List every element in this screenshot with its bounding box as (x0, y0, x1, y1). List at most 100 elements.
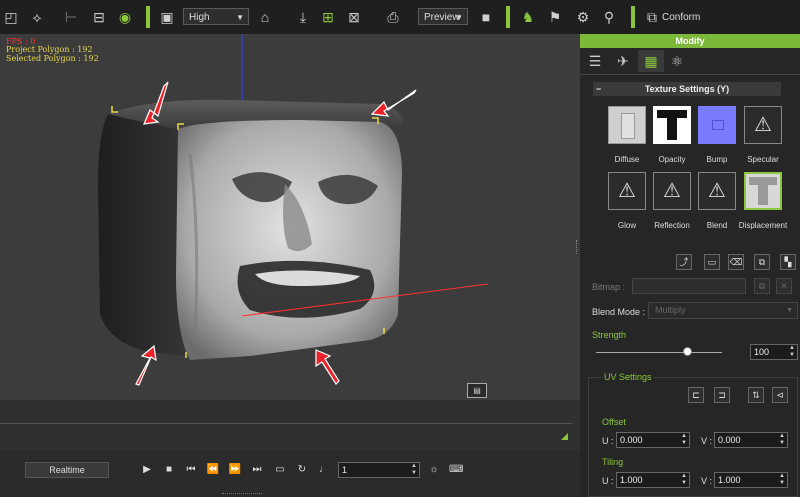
opacity-thumbnail[interactable] (653, 106, 691, 144)
tab-divider (580, 74, 800, 75)
play-icon[interactable]: ▶ (140, 463, 154, 477)
tiling-u-value: 1.000 (620, 475, 643, 485)
tiling-u-label: U : (602, 476, 614, 486)
rewind-icon[interactable]: ⏪ (206, 463, 220, 477)
warning-icon: ⚠ (708, 180, 726, 202)
delete-image-button[interactable]: ⌫ (728, 254, 744, 270)
offset-v-field[interactable]: 0.000 ▲ ▼ (714, 432, 788, 448)
toolbar-separator (631, 6, 635, 28)
diffuse-thumbnail[interactable] (608, 106, 646, 144)
load-image-button[interactable]: ⤴ (676, 254, 692, 270)
conform-label[interactable]: Conform (662, 12, 700, 23)
resize-corner-icon[interactable] (561, 433, 568, 440)
save-image-button[interactable]: ▭ (704, 254, 720, 270)
frame-value: 1 (342, 465, 348, 475)
spin-arrows-icon[interactable]: ▲ ▼ (788, 345, 796, 359)
tab-motion-icon[interactable]: ✈ (610, 50, 636, 72)
conform-icon[interactable]: ⧉ (643, 8, 661, 26)
camera-fit-icon[interactable]: ⊠ (345, 8, 363, 26)
loop-icon[interactable]: ▭ (273, 463, 287, 477)
specular-thumbnail[interactable]: ⚠ (744, 106, 782, 144)
texture-settings-title: Texture Settings (Y) (644, 84, 730, 94)
fast-forward-icon[interactable]: ⏩ (228, 463, 242, 477)
repeat-icon[interactable]: ↻ (295, 463, 309, 477)
align-left-icon[interactable]: ⊢ (62, 8, 80, 26)
align-icon[interactable]: ⊟ (90, 8, 108, 26)
tiling-label: Tiling (602, 457, 624, 467)
uv-rotate-button[interactable]: ⊲ (772, 387, 788, 403)
realtime-button[interactable]: Realtime (25, 462, 109, 478)
checker-button[interactable]: ▚ (780, 254, 796, 270)
mocap-icon[interactable]: ♞ (519, 8, 537, 26)
3d-viewport[interactable]: FPS : 0 Project Polygon : 192 Selected P… (0, 34, 488, 400)
drop-to-floor-icon[interactable]: ⤓ (294, 8, 312, 26)
texture-settings-header[interactable]: − Texture Settings (Y) (593, 82, 781, 96)
grid-snap-icon[interactable]: ⊞ (319, 8, 337, 26)
chat-icon: ▤ (473, 386, 481, 395)
settings-icon[interactable]: ⚙ (574, 8, 592, 26)
spin-arrows-icon[interactable]: ▲ ▼ (778, 433, 786, 447)
visibility-eye-icon[interactable]: ◉ (116, 8, 134, 26)
uv-flip-left-button[interactable]: ⊏ (688, 387, 704, 403)
displacement-thumbnail[interactable] (744, 172, 782, 210)
stop-icon[interactable]: ■ (162, 463, 176, 477)
bitmap-browse-button[interactable]: ⧉ (754, 278, 770, 294)
offset-label: Offset (602, 417, 626, 427)
next-key-icon[interactable]: ⏭ (250, 463, 264, 477)
tab-sliders-icon[interactable]: ☰ (582, 50, 608, 72)
transform-icon[interactable]: ⟡ (28, 8, 46, 26)
arrow-bottom-right (315, 349, 340, 385)
tiling-v-value: 1.000 (718, 475, 741, 485)
strength-field[interactable]: 100 ▲ ▼ (750, 344, 798, 360)
viewport-extension (488, 34, 580, 400)
flag-icon[interactable]: ⚑ (546, 8, 564, 26)
timeline-area[interactable] (0, 400, 580, 450)
offset-u-field[interactable]: 0.000 ▲ ▼ (616, 432, 690, 448)
spin-arrows-icon[interactable]: ▲ ▼ (410, 463, 418, 477)
bitmap-clear-button[interactable]: ✕ (776, 278, 792, 294)
uv-flip-right-button[interactable]: ⊐ (714, 387, 730, 403)
glow-thumbnail[interactable]: ⚠ (608, 172, 646, 210)
time-settings-icon[interactable]: ☼ (427, 463, 441, 477)
viewport-overlay-button[interactable]: ▤ (467, 383, 487, 398)
frame-field[interactable]: 1 ▲ ▼ (338, 462, 420, 478)
home-icon[interactable]: ⌂ (256, 8, 274, 26)
bitmap-field[interactable] (632, 278, 746, 294)
keyboard-icon[interactable]: ⌨ (449, 463, 463, 477)
displacement-label: Displacement (738, 221, 788, 230)
previous-key-icon[interactable]: ⏮ (184, 463, 198, 477)
specular-label: Specular (747, 155, 779, 164)
pipeline-icon[interactable]: ⚲ (600, 8, 618, 26)
bottom-splitter[interactable] (222, 493, 262, 496)
strength-label: Strength (592, 330, 627, 340)
strength-slider-thumb[interactable] (682, 347, 692, 356)
tiling-u-field[interactable]: 1.000 ▲ ▼ (616, 472, 690, 488)
main-toolbar: ◰ ⟡ ⊢ ⊟ ◉ ▣ High ▼ ⌂ ⤓ ⊞ ⊠ ⎙ Preview ▼ ■ ♞… (0, 0, 800, 34)
chevron-down-icon: ▼ (786, 307, 793, 314)
select-icon[interactable]: ◰ (2, 8, 20, 26)
tiling-v-field[interactable]: 1.000 ▲ ▼ (714, 472, 788, 488)
edit-image-button[interactable]: ⧉ (754, 254, 770, 270)
blend-mode-dropdown[interactable]: Multiply ▼ (648, 302, 798, 319)
video-camera-icon[interactable]: ■ (477, 8, 495, 26)
tab-physics-icon[interactable]: ⚛ (664, 50, 690, 72)
bump-thumbnail[interactable] (698, 106, 736, 144)
spin-arrows-icon[interactable]: ▲ ▼ (680, 473, 688, 487)
scene-canvas (98, 34, 488, 386)
panel-title: Modify (580, 34, 800, 48)
preview-dropdown[interactable]: Preview ▼ (418, 8, 468, 25)
collapse-icon[interactable]: − (596, 82, 601, 96)
panel-splitter[interactable] (576, 240, 579, 254)
uv-mirror-button[interactable]: ⇅ (748, 387, 764, 403)
blend-thumbnail[interactable]: ⚠ (698, 172, 736, 210)
spin-arrows-icon[interactable]: ▲ ▼ (778, 473, 786, 487)
render-icon[interactable]: ⎙ (384, 8, 402, 26)
spin-arrows-icon[interactable]: ▲ ▼ (680, 433, 688, 447)
quality-dropdown[interactable]: High ▼ (183, 8, 249, 25)
strength-slider-track[interactable] (596, 352, 722, 353)
audio-icon[interactable]: ♩ (317, 463, 331, 477)
uv-settings-label: UV Settings (602, 372, 654, 382)
display-mode-icon[interactable]: ▣ (158, 8, 176, 26)
reflection-thumbnail[interactable]: ⚠ (653, 172, 691, 210)
tab-texture-icon[interactable]: ▦ (638, 50, 664, 72)
